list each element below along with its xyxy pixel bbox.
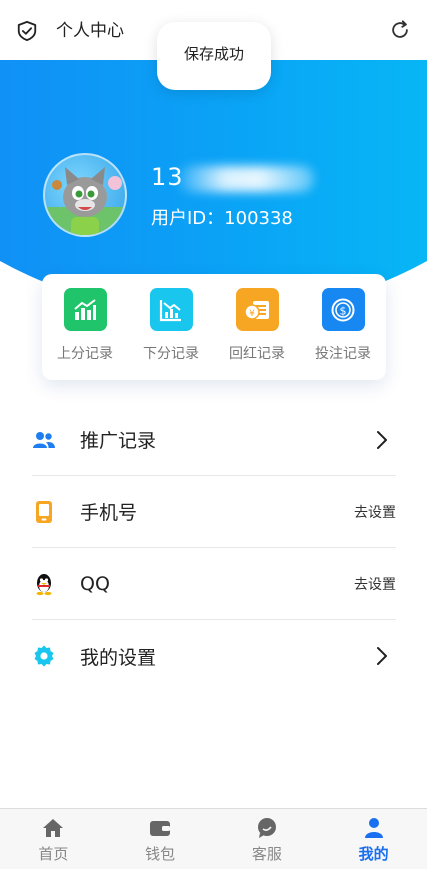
- set-link[interactable]: 去设置: [354, 502, 396, 522]
- page-title: 个人中心: [56, 21, 124, 41]
- menu-item-phone[interactable]: 手机号 去设置: [32, 476, 396, 548]
- cartoon-cat-avatar: [45, 167, 125, 235]
- chart-down-icon: [149, 288, 193, 331]
- tab-wallet[interactable]: 钱包: [107, 809, 214, 869]
- tab-home[interactable]: 首页: [0, 809, 107, 869]
- home-icon: [42, 817, 64, 839]
- shortcut-label: 上分记录: [57, 346, 113, 362]
- coin-note-icon: ¥: [235, 288, 279, 331]
- tab-mine[interactable]: 我的: [320, 809, 427, 869]
- menu-item-qq[interactable]: QQ 去设置: [32, 548, 396, 620]
- menu-item-label: 手机号: [80, 502, 138, 524]
- menu-item-my-settings[interactable]: 我的设置: [32, 620, 396, 692]
- phone-mask: [178, 166, 314, 192]
- shortcut-label: 回红记录: [229, 346, 285, 362]
- qq-penguin-icon: [32, 572, 56, 596]
- phone-icon: [32, 500, 56, 524]
- tab-label: 首页: [38, 845, 69, 863]
- gear-icon: [32, 644, 56, 668]
- shortcut-label: 投注记录: [315, 346, 371, 362]
- user-id: 用户ID：100338: [151, 208, 293, 229]
- shortcut-return-records[interactable]: ¥ 回红记录: [214, 274, 300, 380]
- user-icon: [363, 817, 385, 839]
- chart-up-icon: [63, 288, 107, 331]
- chevron-right-icon: [377, 647, 387, 665]
- record-shortcuts: 上分记录 下分记录 ¥ 回红记录 $ 投注记录: [42, 274, 386, 380]
- tab-customer-service[interactable]: 客服: [214, 809, 321, 869]
- set-link[interactable]: 去设置: [354, 574, 396, 594]
- chevron-right-icon: [377, 431, 387, 449]
- shortcut-label: 下分记录: [143, 346, 199, 362]
- toast-message: 保存成功: [157, 22, 271, 90]
- tab-label: 我的: [358, 845, 389, 863]
- menu-item-label: QQ: [80, 572, 110, 595]
- settings-menu: 推广记录 手机号 去设置 QQ 去设置 我的设置: [32, 404, 396, 692]
- dollar-coin-icon: $: [321, 288, 365, 331]
- shortcut-withdraw-records[interactable]: 下分记录: [128, 274, 214, 380]
- tab-label: 客服: [251, 845, 282, 863]
- svg-text:$: $: [340, 304, 347, 317]
- avatar[interactable]: [43, 153, 127, 237]
- users-icon: [32, 428, 56, 452]
- menu-item-label: 推广记录: [80, 430, 157, 452]
- shield-check-icon[interactable]: [16, 20, 38, 42]
- wallet-icon: [149, 817, 171, 839]
- refresh-icon[interactable]: [389, 19, 411, 41]
- svg-text:¥: ¥: [249, 309, 255, 319]
- tab-label: 钱包: [145, 845, 176, 863]
- shortcut-bet-records[interactable]: $ 投注记录: [300, 274, 386, 380]
- menu-item-label: 我的设置: [80, 646, 157, 669]
- menu-item-promotion-records[interactable]: 推广记录: [32, 404, 396, 476]
- bottom-tab-bar: 首页 钱包 客服 我的: [0, 808, 427, 869]
- shortcut-deposit-records[interactable]: 上分记录: [42, 274, 128, 380]
- chat-icon: [256, 817, 278, 839]
